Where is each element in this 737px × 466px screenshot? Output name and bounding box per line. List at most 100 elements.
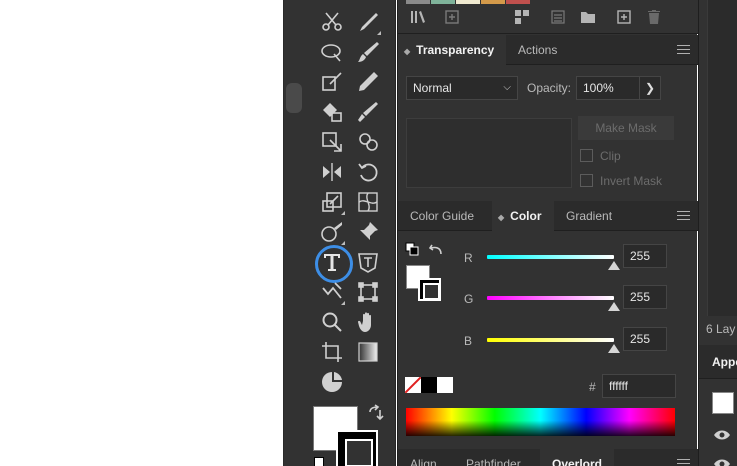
scissors-icon[interactable] [318, 8, 346, 36]
folder-icon[interactable] [580, 9, 596, 25]
artboard-icon[interactable] [318, 338, 346, 366]
r-label: R [464, 251, 473, 265]
tab-pathfinder[interactable]: Pathfinder [454, 449, 533, 466]
live-paint-icon[interactable] [318, 98, 346, 126]
touch-type-icon[interactable] [354, 248, 382, 276]
b-value-field[interactable]: 255 [623, 327, 667, 351]
library-swatch[interactable] [431, 0, 455, 4]
canvas-area[interactable] [0, 0, 283, 466]
swatch-libraries-icon[interactable] [410, 9, 426, 25]
g-slider[interactable] [487, 296, 614, 300]
shape-builder-icon[interactable] [354, 128, 382, 156]
mesh-icon[interactable] [354, 188, 382, 216]
eraser-icon[interactable] [318, 218, 346, 246]
r-slider[interactable] [487, 255, 614, 259]
pencil-icon[interactable] [354, 68, 382, 96]
appearance-fill-swatch[interactable] [712, 392, 734, 414]
blend-mode-value: Normal [413, 81, 452, 95]
tab-color[interactable]: ◆ Color [492, 201, 554, 231]
tab-gradient[interactable]: Gradient [554, 201, 624, 231]
swap-fill-stroke-icon[interactable] [367, 404, 385, 422]
toolbar-scroll-thumb[interactable] [286, 83, 302, 113]
color-spectrum[interactable] [406, 408, 675, 436]
color-stroke-swatch[interactable] [418, 278, 441, 301]
layers-list[interactable] [707, 0, 737, 316]
default-fill-stroke-icon[interactable] [405, 242, 419, 256]
tab-transparency[interactable]: ◆ Transparency [398, 35, 507, 65]
tab-actions[interactable]: Actions [506, 35, 569, 65]
bottom-tabbar: Align Pathfinder Overlord [398, 449, 698, 466]
panel-menu-icon[interactable] [677, 45, 690, 55]
white-swatch[interactable] [437, 377, 453, 393]
library-swatch[interactable] [456, 0, 480, 4]
g-slider-knob[interactable] [608, 302, 620, 311]
toolbar-edge [283, 0, 305, 466]
chart-icon[interactable] [318, 368, 346, 396]
g-label: G [464, 292, 474, 306]
rotate-icon[interactable] [354, 158, 382, 186]
default-colors-icon[interactable] [314, 457, 324, 466]
zoom-icon[interactable] [318, 308, 346, 336]
panels-column: ◆ Transparency Actions Normal ⌵ Opacity: … [397, 0, 698, 466]
reflect-icon[interactable] [318, 158, 346, 186]
tab-overlord[interactable]: Overlord [540, 449, 615, 466]
free-transform-icon[interactable] [354, 278, 382, 306]
new-color-group-icon[interactable] [550, 9, 566, 25]
none-swatch[interactable] [405, 377, 421, 393]
invert-mask-label: Invert Mask [600, 174, 663, 188]
type-icon[interactable] [315, 245, 353, 283]
b-label: B [464, 334, 473, 348]
library-swatch[interactable] [406, 0, 430, 4]
stroke-swatch[interactable] [336, 430, 378, 466]
trash-icon[interactable] [646, 9, 662, 25]
chevron-down-icon: ⌵ [503, 82, 511, 93]
opacity-arrow-button[interactable]: ❯ [639, 76, 661, 100]
g-value-field[interactable]: 255 [623, 285, 667, 309]
tab-color-guide[interactable]: Color Guide [398, 201, 486, 231]
hex-field[interactable]: ffffff [602, 374, 676, 398]
tab-align[interactable]: Align [398, 449, 449, 466]
make-mask-button[interactable]: Make Mask [578, 116, 674, 140]
app-window: ◆ Transparency Actions Normal ⌵ Opacity: … [0, 0, 737, 466]
swap-icon[interactable] [429, 242, 445, 258]
perspective-grid-icon[interactable] [318, 128, 346, 156]
warp-icon[interactable] [318, 278, 346, 306]
tools-panel [305, 0, 396, 466]
panel-menu-icon[interactable] [677, 211, 690, 221]
r-value-field[interactable]: 255 [623, 244, 667, 268]
knife-icon[interactable] [354, 8, 382, 36]
gradient-icon[interactable] [354, 338, 382, 366]
paintbrush-icon[interactable] [354, 38, 382, 66]
layers-count: 6 Lay [706, 322, 736, 336]
tab-appearance[interactable]: Appe [712, 355, 737, 369]
shaper-icon[interactable] [318, 68, 346, 96]
invert-mask-checkbox[interactable] [580, 174, 593, 187]
transparency-tabbar: ◆ Transparency Actions [398, 35, 698, 65]
b-slider-knob[interactable] [608, 344, 620, 353]
black-swatch[interactable] [421, 377, 437, 393]
swatch-options-icon[interactable] [514, 9, 530, 25]
blend-mode-select[interactable]: Normal ⌵ [406, 76, 518, 100]
libraries-strip [398, 0, 698, 34]
clip-checkbox[interactable] [580, 149, 593, 162]
scale-icon[interactable] [318, 188, 346, 216]
color-tabbar: Color Guide ◆ Color Gradient [398, 201, 698, 231]
opacity-field[interactable]: 100% [576, 76, 640, 100]
library-swatch[interactable] [481, 0, 505, 4]
r-slider-knob[interactable] [608, 261, 620, 270]
eye-icon[interactable] [713, 429, 731, 441]
eye-icon[interactable] [713, 458, 731, 466]
b-slider[interactable] [487, 338, 614, 342]
panel-menu-icon[interactable] [677, 459, 690, 466]
pin-icon[interactable] [354, 218, 382, 246]
hex-symbol: # [589, 380, 596, 394]
library-swatch[interactable] [506, 0, 530, 4]
appearance-tabbar: Appe [699, 345, 737, 379]
hand-icon[interactable] [354, 308, 382, 336]
mask-thumbnail[interactable] [406, 118, 572, 188]
width-icon[interactable] [318, 38, 346, 66]
new-swatch-icon[interactable] [616, 9, 632, 25]
blob-brush-icon[interactable] [354, 98, 382, 126]
opacity-label: Opacity: [527, 81, 572, 95]
show-swatch-kinds-icon[interactable] [444, 9, 460, 25]
